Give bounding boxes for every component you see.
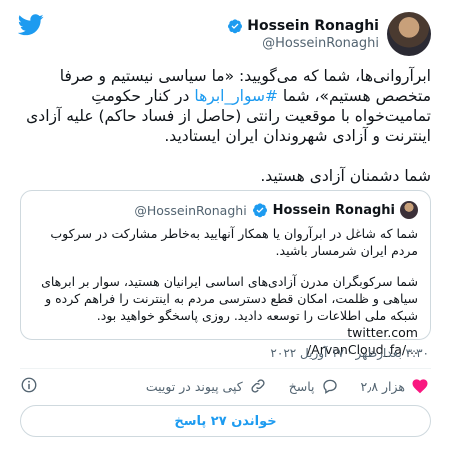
quoted-author-handle: @HosseinRonaghi — [134, 202, 247, 218]
like-count: ۲٫۸ هزار — [360, 378, 405, 394]
heart-icon — [412, 379, 428, 394]
quoted-url-line: twitter.com — [347, 325, 418, 340]
divider — [20, 368, 431, 369]
verified-badge-icon — [252, 203, 267, 218]
tweet-text: ابرآروانی‌ها، شما که می‌گویید: «ما سیاسی… — [20, 66, 431, 206]
verified-badge-icon — [228, 18, 243, 33]
tweet-paragraph: شما دشمنان آزادی هستید. — [260, 167, 431, 185]
quoted-tweet-body: شما که شاغل در ابرآروان یا همکار آنهایید… — [33, 225, 418, 358]
quoted-tweet-header: Hossein Ronaghi @HosseinRonaghi — [33, 201, 418, 219]
reply-button[interactable]: پاسخ — [289, 377, 339, 395]
like-button[interactable]: ۲٫۸ هزار — [361, 377, 429, 395]
reply-label: پاسخ — [288, 378, 315, 394]
read-replies-button[interactable]: خواندن ۲۷ پاسخ — [20, 405, 431, 437]
tweet-timestamp[interactable]: ۳:۳۰ بعدازظهر · ۱۷ آوریل ۲۰۲۲ — [270, 346, 429, 360]
quoted-author-name: Hossein Ronaghi — [272, 202, 395, 218]
author-names: Hossein Ronaghi @HosseinRonaghi — [227, 18, 379, 51]
twitter-logo-icon[interactable] — [18, 14, 44, 36]
copy-link-label: کپی پیوند در توییت — [145, 378, 243, 394]
tweet-paragraph: ابرآروانی‌ها، شما که می‌گویید: «ما سیاسی… — [26, 67, 431, 145]
author-name[interactable]: Hossein Ronaghi — [247, 18, 379, 34]
quoted-paragraph: شما که شاغل در ابرآروان یا همکار آنهایید… — [50, 226, 418, 258]
tweet-card: Hossein Ronaghi @HosseinRonaghi ابرآروان… — [0, 0, 451, 453]
tweet-actions: ۲٫۸ هزار پاسخ کپی پیوند در توییت — [22, 374, 429, 398]
quoted-tweet[interactable]: Hossein Ronaghi @HosseinRonaghi شما که ش… — [20, 190, 431, 357]
link-icon — [251, 379, 265, 393]
reply-icon — [322, 379, 337, 394]
avatar[interactable] — [387, 12, 431, 56]
copy-link-button[interactable]: کپی پیوند در توییت — [146, 377, 267, 395]
hashtag-link[interactable]: #سوار_ابرها — [194, 87, 278, 105]
tweet-author[interactable]: Hossein Ronaghi @HosseinRonaghi — [227, 12, 431, 56]
author-handle[interactable]: @HosseinRonaghi — [227, 36, 379, 51]
quoted-avatar — [400, 201, 418, 219]
info-icon[interactable] — [20, 376, 38, 394]
